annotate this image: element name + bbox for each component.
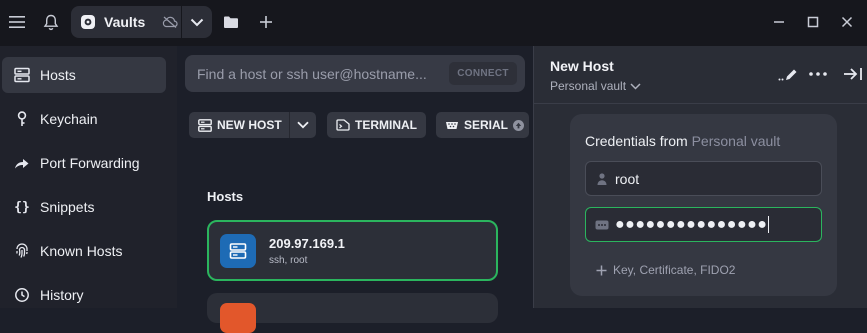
sidebar-item-label: Hosts [40, 67, 76, 83]
host-title: 209.97.169.1 [269, 236, 345, 251]
new-host-label: NEW HOST [217, 118, 282, 132]
more-icon[interactable] [809, 72, 827, 76]
cloud-off-icon [162, 16, 178, 28]
sidebar: Hosts Keychain Port Forwarding {} Snippe… [0, 46, 177, 308]
panel-title: New Host [550, 58, 614, 74]
chevron-down-icon [630, 82, 641, 90]
sidebar-item-label: Known Hosts [40, 243, 123, 259]
collapse-panel-icon[interactable] [843, 67, 863, 81]
sidebar-item-label: History [40, 287, 84, 303]
panel-divider [534, 103, 867, 104]
credentials-from-label: Credentials from [585, 133, 688, 149]
panel-vault-label: Personal vault [550, 79, 627, 93]
vault-tab[interactable]: Vaults [71, 6, 181, 38]
key-icon [12, 111, 32, 127]
plus-icon [596, 265, 607, 276]
sidebar-item-snippets[interactable]: {} Snippets [2, 189, 166, 225]
sidebar-item-keychain[interactable]: Keychain [2, 101, 166, 137]
chevron-down-icon [190, 18, 204, 27]
password-icon [595, 220, 609, 230]
terminal-button[interactable]: TERMINAL [327, 112, 426, 138]
server-icon [198, 118, 212, 132]
fingerprint-icon [12, 243, 32, 259]
credentials-vault-link[interactable]: Personal vault [692, 133, 781, 149]
vault-dropdown-button[interactable] [182, 6, 212, 38]
button-divider [289, 112, 290, 138]
minimize-icon[interactable] [768, 11, 790, 33]
sidebar-item-label: Keychain [40, 111, 98, 127]
sidebar-item-known-hosts[interactable]: Known Hosts [2, 233, 166, 269]
credentials-card: Credentials from Personal vault root ●●●… [570, 114, 837, 296]
upgrade-badge-icon [513, 119, 525, 131]
user-icon [595, 172, 609, 185]
terminal-icon [336, 119, 350, 131]
bell-icon[interactable] [40, 11, 62, 33]
menu-icon[interactable] [6, 11, 28, 33]
server-icon [12, 67, 32, 83]
search-input[interactable] [195, 63, 439, 85]
host-server-icon [220, 234, 256, 268]
password-value: ●●●●●●●●●●●●●●● [615, 215, 768, 233]
username-field[interactable]: root [585, 161, 822, 196]
panel-vault-selector[interactable]: Personal vault [550, 79, 641, 93]
new-host-button[interactable]: NEW HOST [189, 112, 316, 138]
search-bar: CONNECT [185, 55, 525, 92]
host-card[interactable]: 209.97.169.1 ssh, root [207, 220, 498, 281]
sidebar-item-hosts[interactable]: Hosts [2, 57, 166, 93]
edit-icon[interactable] [778, 66, 798, 82]
clock-icon [12, 287, 32, 303]
folder-icon[interactable] [220, 11, 242, 33]
terminal-label: TERMINAL [355, 118, 417, 132]
maximize-icon[interactable] [802, 11, 824, 33]
serial-button[interactable]: SERIAL [436, 112, 529, 138]
chevron-down-icon[interactable] [297, 121, 309, 129]
serial-label: SERIAL [464, 118, 509, 132]
close-icon[interactable] [836, 11, 858, 33]
title-bar: Vaults [0, 0, 867, 46]
braces-icon: {} [14, 199, 30, 215]
credentials-label: Credentials from Personal vault [585, 133, 780, 149]
hosts-heading: Hosts [207, 189, 244, 204]
serial-port-icon [445, 120, 459, 130]
host-card[interactable] [207, 293, 498, 333]
sidebar-item-label: Port Forwarding [40, 155, 140, 171]
sidebar-item-label: Snippets [40, 199, 95, 215]
vault-icon [80, 14, 96, 30]
text-caret [768, 215, 770, 233]
plus-icon[interactable] [255, 11, 277, 33]
password-field[interactable]: ●●●●●●●●●●●●●●● [585, 207, 822, 242]
arrow-forward-icon [12, 156, 32, 170]
username-value: root [615, 170, 640, 187]
connect-button[interactable]: CONNECT [449, 62, 517, 85]
host-subtitle: ssh, root [269, 255, 308, 266]
vault-tab-label: Vaults [104, 14, 146, 30]
add-credential-label: Key, Certificate, FIDO2 [613, 263, 736, 277]
add-key-certificate-button[interactable]: Key, Certificate, FIDO2 [596, 263, 735, 277]
sidebar-item-port-forwarding[interactable]: Port Forwarding [2, 145, 166, 181]
